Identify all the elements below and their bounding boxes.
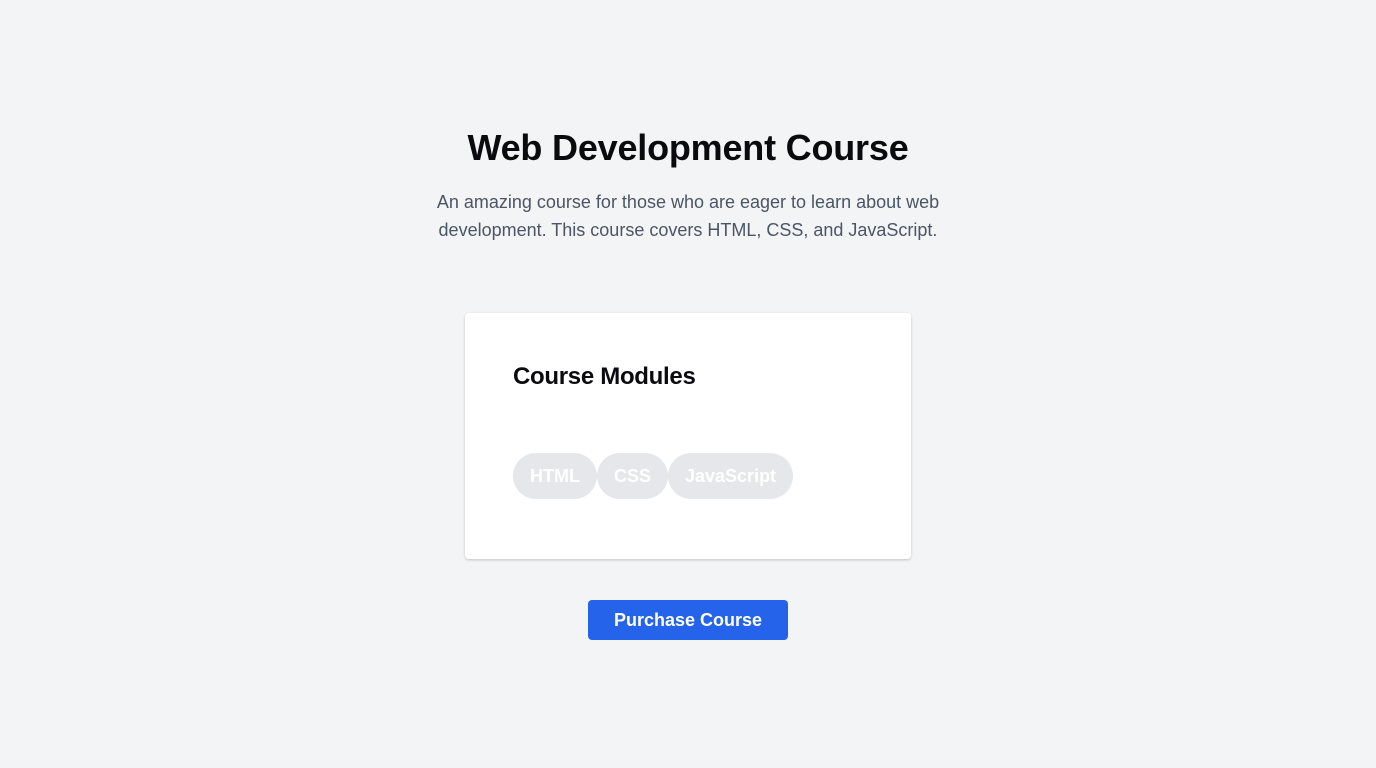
course-modules-heading: Course Modules	[513, 363, 696, 390]
course-modules-card: Course Modules HTML CSS JavaScript	[465, 313, 911, 559]
module-tag-html[interactable]: HTML	[513, 453, 597, 499]
course-page: Web Development Course An amazing course…	[0, 0, 1376, 768]
module-tag-javascript[interactable]: JavaScript	[668, 453, 794, 499]
purchase-course-button[interactable]: Purchase Course	[588, 600, 788, 640]
module-tag-css[interactable]: CSS	[596, 453, 668, 499]
module-tags: HTML CSS JavaScript	[513, 453, 794, 499]
page-title: Web Development Course	[467, 127, 909, 168]
course-description: An amazing course for those who are eage…	[436, 192, 940, 240]
